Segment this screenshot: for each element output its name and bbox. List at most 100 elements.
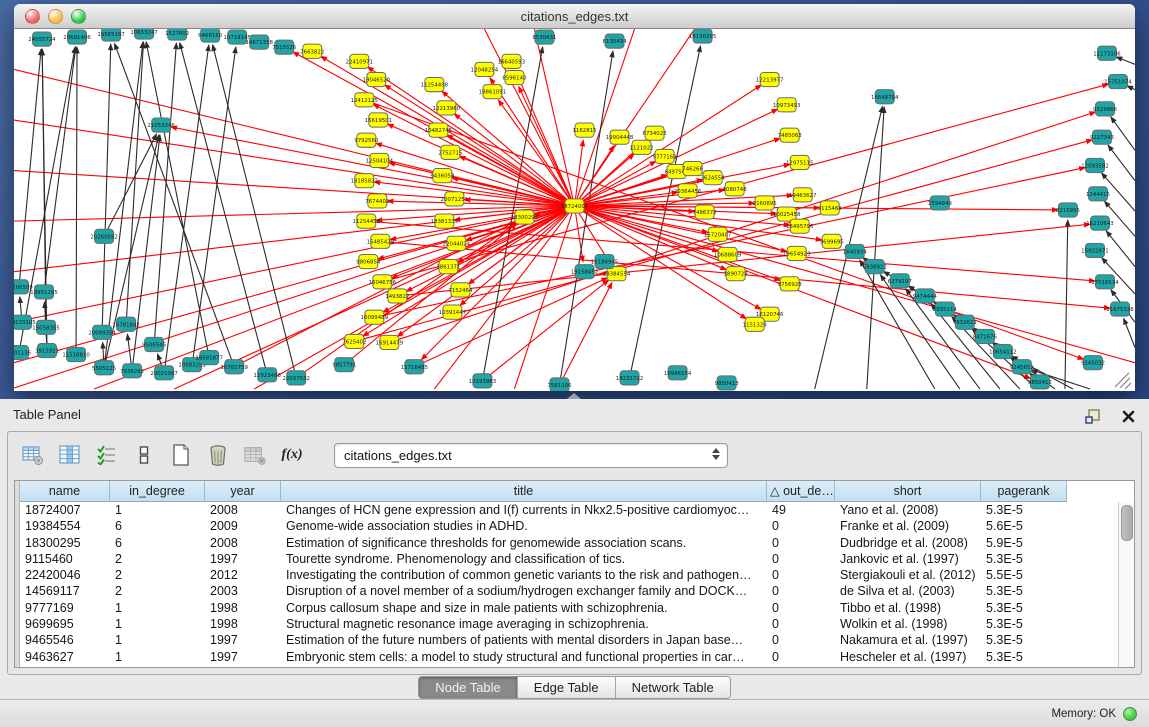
graph-node[interactable]: 9857791 — [332, 358, 356, 372]
graph-node[interactable]: 10688609 — [714, 247, 742, 261]
graph-node[interactable]: 19861091 — [479, 85, 506, 99]
graph-node[interactable]: 18300295 — [511, 210, 538, 224]
graph-node[interactable]: 12412125 — [351, 93, 378, 107]
graph-node[interactable]: 7625402 — [342, 334, 366, 348]
graph-node[interactable]: 12213960 — [433, 101, 461, 115]
graph-node[interactable]: 19463627 — [789, 188, 816, 202]
graph-node[interactable]: 9777169 — [653, 149, 678, 163]
graph-node[interactable]: 9227343 — [1090, 130, 1115, 144]
graph-node[interactable]: 1527602 — [165, 29, 189, 40]
graph-node[interactable]: 1080748 — [723, 182, 748, 196]
graph-node[interactable]: 9792560 — [354, 133, 379, 147]
graph-node[interactable]: 5505125 — [92, 361, 116, 375]
table-row[interactable]: 946554611997Estimation of the future num… — [20, 632, 1118, 648]
graph-node[interactable]: 1640934 — [843, 244, 868, 258]
graph-node[interactable]: 8501136 — [14, 345, 32, 359]
graph-node[interactable]: 16914479 — [376, 335, 404, 349]
graph-node[interactable]: 3861371 — [436, 260, 460, 274]
function-builder-icon[interactable]: f(x) — [281, 444, 303, 466]
graph-node[interactable]: 20260592 — [90, 229, 117, 243]
table-row[interactable]: 1938455462009Genome-wide association stu… — [20, 518, 1118, 534]
graph-node[interactable]: 16640593 — [498, 54, 526, 68]
graph-node[interactable]: 9436058 — [430, 169, 455, 183]
network-graph[interactable]: 1872400724055724206914061958518710653247… — [14, 29, 1135, 391]
graph-node[interactable]: 9245652 — [1010, 360, 1034, 374]
tab-node-table[interactable]: Node Table — [419, 677, 518, 698]
graph-node[interactable]: 18724007 — [561, 199, 588, 213]
graph-node[interactable]: 1162815 — [572, 123, 596, 137]
graph-node[interactable]: 10391447 — [439, 305, 466, 319]
graph-node[interactable]: 11516810 — [62, 348, 90, 362]
graph-node[interactable]: 3624554 — [701, 171, 726, 185]
graph-node[interactable]: 20691406 — [63, 30, 91, 44]
select-columns-icon[interactable] — [96, 444, 118, 466]
column-header-title[interactable]: title — [281, 481, 767, 502]
graph-node[interactable]: 9756928 — [778, 277, 803, 291]
table-row[interactable]: 2242004622012Investigating the contribut… — [20, 567, 1118, 583]
graph-node[interactable]: 9245032 — [1081, 356, 1105, 370]
graph-node[interactable]: 10654112 — [989, 344, 1016, 358]
graph-node[interactable]: 3915921 — [35, 343, 59, 357]
graph-node[interactable]: 7581306 — [547, 378, 572, 391]
graph-node[interactable]: 17016534 — [1091, 275, 1119, 289]
graph-node[interactable]: 7486372 — [693, 205, 717, 219]
new-table-icon[interactable] — [170, 444, 192, 466]
column-header-out-de-[interactable]: △ out_de… — [767, 481, 835, 502]
graph-node[interactable]: 7515526 — [272, 40, 297, 54]
graph-node[interactable]: 16210643 — [1086, 216, 1114, 230]
graph-node[interactable]: 6379197 — [888, 274, 912, 288]
graph-node[interactable]: 2752715 — [438, 145, 462, 159]
graph-node[interactable]: 16046756 — [369, 275, 397, 289]
graph-node[interactable]: 19654923 — [783, 246, 811, 260]
column-header-in-degree[interactable]: in_degree — [110, 481, 205, 502]
column-header-short[interactable]: short — [835, 481, 981, 502]
window-titlebar[interactable]: citations_edges.txt — [14, 4, 1135, 29]
graph-node[interactable]: 6734023 — [643, 126, 668, 140]
graph-node[interactable]: 7485063 — [778, 128, 803, 142]
graph-node[interactable]: 10653247 — [130, 29, 157, 39]
table-scrollbar-thumb[interactable] — [1121, 505, 1133, 541]
graph-node[interactable]: 12093582 — [1081, 158, 1108, 172]
graph-node[interactable]: 16619501 — [365, 113, 392, 127]
float-panel-icon[interactable] — [1081, 405, 1103, 427]
graph-node[interactable]: 15720407 — [704, 227, 731, 241]
graph-node[interactable]: 1594949 — [928, 196, 953, 210]
graph-node[interactable]: 7152464 — [448, 283, 473, 297]
graph-node[interactable]: 16946154 — [664, 366, 692, 380]
tab-network-table[interactable]: Network Table — [616, 677, 730, 698]
graph-node[interactable]: 12504104 — [366, 153, 394, 167]
graph-node[interactable]: 7674402 — [365, 194, 389, 208]
table-row[interactable]: 1830029562008Estimation of significance … — [20, 535, 1118, 551]
graph-node[interactable]: 1151329 — [743, 317, 768, 331]
table-row[interactable]: 977716911998Corpus callosum shape and si… — [20, 600, 1118, 616]
graph-node[interactable]: 9506545 — [142, 337, 166, 351]
table-scrollbar[interactable] — [1118, 502, 1134, 667]
graph-node[interactable]: 8596140 — [502, 70, 527, 84]
graph-node[interactable]: 8130434 — [603, 34, 628, 48]
graph-node[interactable]: 1244415 — [1086, 187, 1110, 201]
table-selector-dropdown[interactable]: citations_edges.txt — [334, 443, 728, 468]
graph-node[interactable]: 11675338 — [1106, 302, 1134, 316]
table-row[interactable]: 946362711997Embryonic stem cells: a mode… — [20, 649, 1118, 665]
table-row[interactable]: 969969511998Structural magnetic resonanc… — [20, 616, 1118, 632]
graph-node[interactable]: 19581877 — [195, 351, 222, 365]
graph-node[interactable]: 19904448 — [606, 130, 634, 144]
graph-node[interactable]: 9474444 — [913, 289, 938, 303]
graph-node[interactable]: 6466160 — [198, 29, 223, 42]
network-canvas[interactable]: 1872400724055724206914061958518710653247… — [14, 29, 1135, 391]
delete-table-icon[interactable] — [207, 444, 229, 466]
graph-node[interactable]: 7663822 — [300, 44, 324, 58]
table-row[interactable]: 1456911722003Disruption of a novel membe… — [20, 583, 1118, 599]
graph-node[interactable]: 15716485 — [401, 360, 428, 374]
graph-node[interactable]: 18951295 — [30, 285, 57, 299]
graph-node[interactable]: 9850413 — [715, 376, 740, 390]
minimize-window-button[interactable] — [48, 9, 63, 24]
graph-node[interactable]: 14671358 — [245, 35, 273, 49]
graph-node[interactable]: 22037552 — [283, 371, 310, 385]
graph-node[interactable]: 22410971 — [346, 54, 373, 68]
graph-node[interactable]: 15184945 — [591, 254, 618, 268]
graph-node[interactable]: 9329966 — [1093, 102, 1118, 116]
graph-node[interactable]: 9699695 — [820, 234, 844, 248]
graph-node[interactable]: 11254498 — [421, 78, 449, 92]
graph-node[interactable]: 18130295 — [689, 29, 716, 43]
